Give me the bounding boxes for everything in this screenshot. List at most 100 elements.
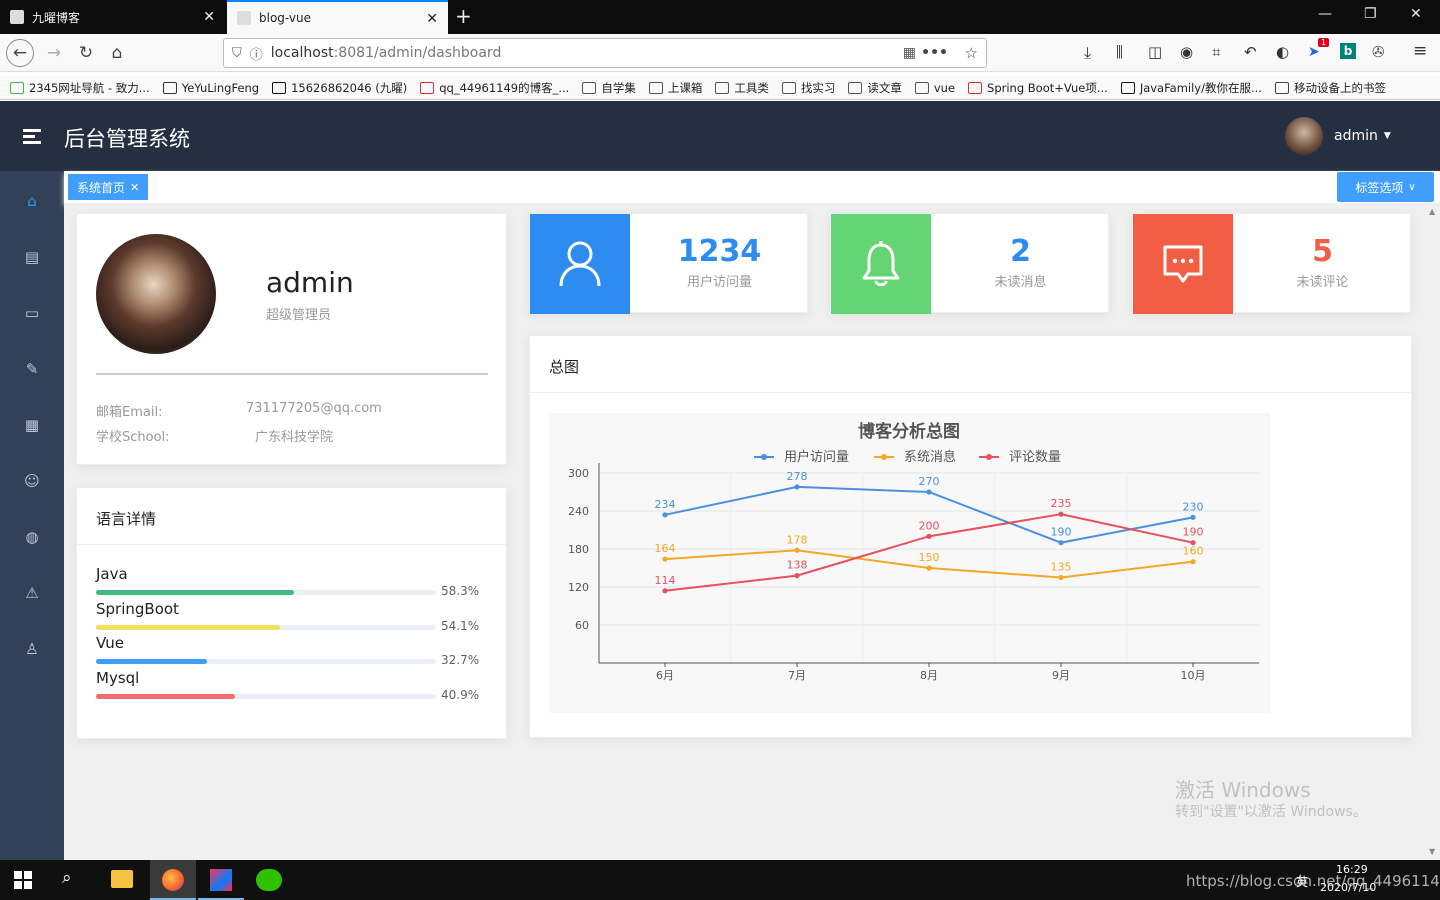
data-point [662,512,668,518]
close-window-icon[interactable]: ✕ [1410,6,1422,22]
page-scrollbar[interactable]: ▲ ▼ [1425,203,1440,860]
email-label: 邮箱Email: [96,405,163,420]
sidebar-calendar-icon[interactable]: ▤ [20,245,44,269]
home-icon[interactable]: ⌂ [103,39,131,67]
qr-code-icon[interactable]: ▦ [903,45,916,61]
avatar[interactable] [1285,117,1323,155]
data-point [1058,540,1064,546]
legend-marker [761,454,767,460]
bookmark-item[interactable]: Spring Boot+Vue项... [968,80,1108,96]
browser-tab-blog-vue[interactable]: blog-vue ✕ [227,0,448,34]
legend-label: 系统消息 [904,449,956,465]
info-icon[interactable]: ⓘ [250,44,263,63]
more-dots-icon[interactable]: ••• [921,45,948,61]
screenshot-icon[interactable]: ⌗ [1212,43,1220,61]
data-point [794,573,800,579]
sidebar-globe-icon[interactable]: ◍ [20,525,44,549]
line-chart: 博客分析总图用户访问量 系统消息 评论数量 60 120 180 240 300 6月 7月 8月 9… [568,421,1259,682]
sidebar-smile-icon[interactable]: ☺ [20,469,44,493]
sidebar-user-icon[interactable]: ♙ [20,637,44,661]
language-percent: 32.7% [441,653,480,667]
forward-arrow-icon[interactable]: → [40,39,68,67]
sidebar-toggle-icon[interactable]: ◫ [1148,43,1162,61]
bookmark-label: vue [933,80,956,95]
bookmark-item[interactable]: 找实习 [781,80,835,96]
bookmark-item[interactable]: 15626862046 (九曜) [272,80,407,96]
data-point [1190,514,1196,520]
stat-label: 未读评论 [1296,275,1349,290]
film-reel-icon[interactable]: ✇ [1372,43,1385,61]
school-value: 广东科技学院 [255,430,334,445]
legend-label: 评论数量 [1009,450,1061,465]
language-percent: 58.3% [441,584,480,598]
data-label: 138 [787,559,808,572]
bookmark-item[interactable]: 自学集 [582,80,636,96]
close-tab-icon[interactable]: ✕ [203,9,215,25]
tag-dashboard[interactable]: 系统首页 ✕ [68,174,149,200]
y-tick-label: 180 [568,543,589,556]
sidebar-warning-icon[interactable]: ⚠ [20,581,44,605]
restore-icon[interactable]: ❐ [1364,6,1377,22]
overview-card: 总图 博客分析总图 用户访问量 系统消息 评论数量 60 120 180 240 300 6月 7月… [529,335,1412,738]
bookmark-item[interactable]: JavaFamily/教你在服... [1120,80,1262,96]
stat-card-comments[interactable]: 5 未读评论 [1132,213,1411,314]
sidebar-edit-icon[interactable]: ✎ [20,357,44,381]
stat-card-messages[interactable]: 2 未读消息 [830,213,1109,314]
bookmark-item[interactable]: 移动设备上的书签 [1274,80,1386,96]
extension-icon[interactable]: ◐ [1276,43,1289,61]
bookmark-item[interactable]: 2345网址导航 - 致力... [10,80,150,96]
stat-value: 5 [1312,234,1333,269]
sidebar-grid-icon[interactable]: ▦ [20,413,44,437]
bookmark-favicon-icon [162,81,177,94]
sidebar-message-icon[interactable]: ▭ [20,301,44,325]
bookmark-label: 15626862046 (九曜) [291,80,408,95]
wechat-icon[interactable] [256,869,282,891]
bookmark-star-icon[interactable]: ☆ [965,44,978,62]
y-tick-label: 120 [568,581,589,594]
bing-icon[interactable]: b [1340,43,1356,59]
account-icon[interactable]: ◉ [1180,43,1193,61]
bookmark-item[interactable]: 读文章 [848,80,902,96]
browser-tab-jiuyao[interactable]: 九曜博客 ✕ [0,0,225,34]
x-tick-label: 8月 [920,669,938,682]
stat-card-visits[interactable]: 1234 用户访问量 [529,213,808,314]
download-icon[interactable]: ⤓ [1084,43,1091,63]
language-progress-fill [96,590,295,595]
bookmark-label: 读文章 [867,80,902,95]
legend-label: 用户访问量 [784,449,849,465]
taskbar-intellij[interactable] [198,860,244,900]
y-tick-label: 240 [568,505,589,518]
bookmark-favicon-icon [420,81,435,94]
reload-icon[interactable]: ↻ [72,39,100,67]
profile-role: 超级管理员 [266,308,332,323]
legend-marker [881,454,887,460]
hamburger-menu-icon[interactable]: ≡ [1413,41,1427,61]
file-explorer-icon[interactable] [111,870,133,888]
user-menu[interactable]: admin ▼ [1334,128,1391,144]
bookmark-item[interactable]: YeYuLingFeng [162,81,259,95]
bookmark-item[interactable]: vue [914,80,956,95]
profile-avatar [96,234,216,354]
back-arrow-icon[interactable]: ← [6,39,34,67]
stat-label: 用户访问量 [686,275,752,290]
bookmark-label: JavaFamily/教你在服... [1139,80,1262,95]
bookmark-item[interactable]: 上课箱 [648,80,702,96]
divider [96,373,488,375]
collapse-menu-icon[interactable] [23,129,41,144]
bookmark-favicon-icon [10,81,24,94]
bookmark-item[interactable]: qq_44961149的博客_... [420,80,569,96]
tags-options-button[interactable]: 标签选项 ∨ [1337,172,1434,202]
close-tab-icon[interactable]: ✕ [426,11,438,27]
sidebar-home-icon[interactable]: ⌂ [20,189,44,213]
undo-icon[interactable]: ↶ [1244,43,1257,61]
language-progress-bar [96,590,436,595]
taskbar-firefox[interactable] [150,860,196,900]
new-tab-plus-icon[interactable]: + [455,4,472,28]
address-bar[interactable]: ⛉ ⓘ localhost:8081/admin/dashboard ▦ •••… [223,38,987,68]
library-icon[interactable]: ⫼ [1116,43,1123,61]
minimize-icon[interactable]: — [1318,6,1332,22]
tag-close-icon[interactable]: ✕ [130,181,139,194]
windows-start-icon[interactable] [14,871,32,889]
bookmark-item[interactable]: 工具类 [715,80,769,96]
search-icon[interactable]: ⌕ [62,868,72,888]
